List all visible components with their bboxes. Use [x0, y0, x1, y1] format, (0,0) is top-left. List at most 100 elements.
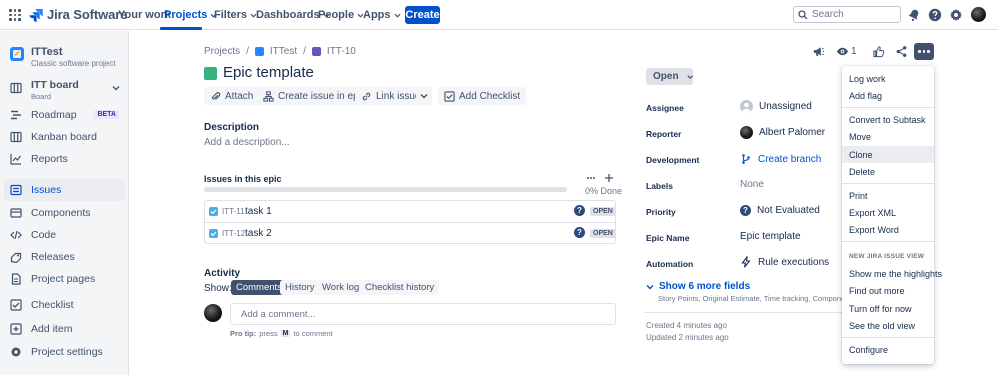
sidebar-item-roadmap[interactable]: Roadmap BETA — [4, 104, 125, 126]
breadcrumb-project[interactable]: ITTest — [270, 46, 297, 57]
components-icon — [10, 208, 22, 218]
status-badge[interactable]: OPEN — [590, 207, 616, 216]
nav-people[interactable]: People — [318, 9, 364, 21]
more-options-icon[interactable] — [586, 174, 596, 182]
chevron-down-icon — [686, 74, 693, 79]
menu-item-convert-to-subtask[interactable]: Convert to Subtask — [842, 111, 934, 128]
help-icon[interactable] — [928, 8, 942, 22]
sidebar-item-releases[interactable]: Releases — [4, 246, 125, 268]
reports-icon — [10, 154, 21, 165]
sidebar-item-components[interactable]: Components — [4, 202, 125, 224]
menu-divider — [842, 183, 934, 184]
sidebar-item-kanban-board[interactable]: Kanban board — [4, 126, 125, 148]
child-issue-key[interactable]: ITT-11 — [222, 207, 245, 216]
create-branch-link[interactable]: Create branch — [740, 153, 821, 165]
field-value-reporter[interactable]: Albert Palomer — [740, 126, 825, 139]
field-value-labels[interactable]: None — [740, 179, 764, 190]
app-name: Jira Software — [47, 7, 128, 22]
menu-item-find-out-more[interactable]: Find out more — [842, 282, 934, 299]
paperclip-icon — [211, 91, 221, 100]
breadcrumb-issue-key[interactable]: ITT-10 — [327, 46, 356, 57]
chevron-down-icon — [393, 13, 401, 18]
jira-logo[interactable]: Jira Software — [29, 7, 127, 22]
table-row[interactable]: ITT-12 task 2 ? OPEN — [205, 222, 616, 243]
share-icon[interactable] — [895, 45, 908, 58]
menu-item-turn-off[interactable]: Turn off for now — [842, 300, 934, 317]
search-input[interactable] — [812, 9, 892, 20]
add-child-icon[interactable] — [604, 173, 614, 183]
releases-icon — [10, 252, 22, 263]
status-badge[interactable]: OPEN — [590, 229, 616, 238]
nav-label: Projects — [164, 9, 208, 21]
field-value-epic-name[interactable]: Epic template — [740, 231, 801, 242]
thumbs-up-icon[interactable] — [872, 45, 885, 58]
field-label-labels: Labels — [646, 181, 673, 191]
app-switcher-icon[interactable] — [9, 9, 21, 21]
menu-item-add-flag[interactable]: Add flag — [842, 87, 934, 104]
field-value-assignee[interactable]: Unassigned — [740, 100, 812, 113]
create-button[interactable]: Create — [405, 6, 440, 24]
menu-item-export-xml[interactable]: Export XML — [842, 204, 934, 221]
project-avatar-icon — [254, 47, 264, 56]
sidebar-item-code[interactable]: Code — [4, 224, 125, 246]
protip-suffix: to comment — [293, 329, 333, 338]
activity-tab-work-log[interactable]: Work log — [317, 280, 365, 295]
nav-filters[interactable]: Filters — [214, 9, 257, 21]
menu-item-show-highlights[interactable]: Show me the highlights — [842, 265, 942, 282]
status-transition-button[interactable]: Open — [646, 68, 693, 85]
menu-section-heading: NEW JIRA ISSUE VIEW — [849, 253, 925, 260]
sidebar-item-reports[interactable]: Reports — [4, 148, 125, 170]
sidebar-item-project-settings[interactable]: Project settings — [4, 341, 125, 363]
menu-item-print[interactable]: Print — [842, 187, 934, 204]
issue-title[interactable]: Epic template — [223, 64, 314, 81]
child-issue-summary[interactable]: task 2 — [245, 228, 272, 239]
watch-eye-icon[interactable] — [836, 45, 849, 58]
breadcrumb: Projects / ITTest / ITT-10 — [204, 46, 356, 57]
description-placeholder[interactable]: Add a description... — [204, 137, 290, 148]
activity-tab-checklist-history[interactable]: Checklist history — [360, 280, 440, 295]
child-issue-key[interactable]: ITT-12 — [222, 229, 245, 238]
field-label-automation: Automation — [646, 259, 694, 269]
field-value-priority[interactable]: ? Not Evaluated — [740, 205, 820, 216]
feedback-megaphone-icon[interactable] — [812, 45, 825, 58]
nav-label: People — [318, 9, 355, 21]
menu-item-move[interactable]: Move — [842, 128, 934, 145]
menu-item-see-old-view[interactable]: See the old view — [842, 317, 934, 334]
sidebar-item-project-pages[interactable]: Project pages — [4, 268, 125, 290]
nav-apps[interactable]: Apps — [363, 9, 401, 21]
sidebar-item-issues[interactable]: Issues — [4, 179, 125, 201]
menu-item-configure[interactable]: Configure — [842, 341, 934, 358]
project-name[interactable]: ITTest — [31, 46, 63, 58]
menu-item-export-word[interactable]: Export Word — [842, 221, 934, 238]
nav-projects[interactable]: Projects — [164, 9, 217, 21]
breadcrumb-projects[interactable]: Projects — [204, 46, 240, 57]
more-actions-menu: Log work Add flag Convert to Subtask Mov… — [842, 66, 942, 364]
menu-item-log-work[interactable]: Log work — [842, 70, 934, 87]
add-comment-field[interactable]: Add a comment... — [230, 303, 616, 325]
priority-value: Not Evaluated — [757, 205, 820, 216]
attach-button[interactable]: Attach — [204, 87, 260, 105]
notifications-icon[interactable] — [907, 8, 921, 22]
activity-tab-history[interactable]: History — [280, 280, 320, 295]
sidebar-item-checklist[interactable]: Checklist — [4, 294, 125, 316]
description-heading: Description — [204, 122, 260, 133]
more-actions-button[interactable] — [914, 43, 934, 60]
menu-item-delete[interactable]: Delete — [842, 163, 934, 180]
child-issue-summary[interactable]: task 1 — [245, 206, 272, 217]
menu-item-clone[interactable]: Clone — [842, 146, 934, 163]
add-checklist-button[interactable]: Add Checklist — [438, 87, 527, 105]
show-more-fields-button[interactable]: Show 6 more fields — [646, 281, 750, 292]
show-more-label: Show 6 more fields — [659, 281, 751, 292]
search-field[interactable] — [793, 6, 901, 23]
field-value-automation[interactable]: Rule executions — [740, 256, 829, 268]
nav-label: Apps — [363, 9, 391, 21]
settings-gear-icon[interactable] — [949, 8, 963, 22]
field-label-priority: Priority — [646, 207, 676, 217]
table-row[interactable]: ITT-11 task 1 ? OPEN — [205, 201, 616, 222]
sidebar-item-add-item[interactable]: Add item — [4, 318, 125, 340]
add-item-icon — [10, 323, 22, 335]
user-avatar[interactable] — [971, 7, 986, 22]
activity-tab-comments[interactable]: Comments — [231, 280, 287, 295]
activity-heading: Activity — [204, 268, 241, 279]
more-toolbar-dropdown[interactable] — [416, 87, 432, 105]
